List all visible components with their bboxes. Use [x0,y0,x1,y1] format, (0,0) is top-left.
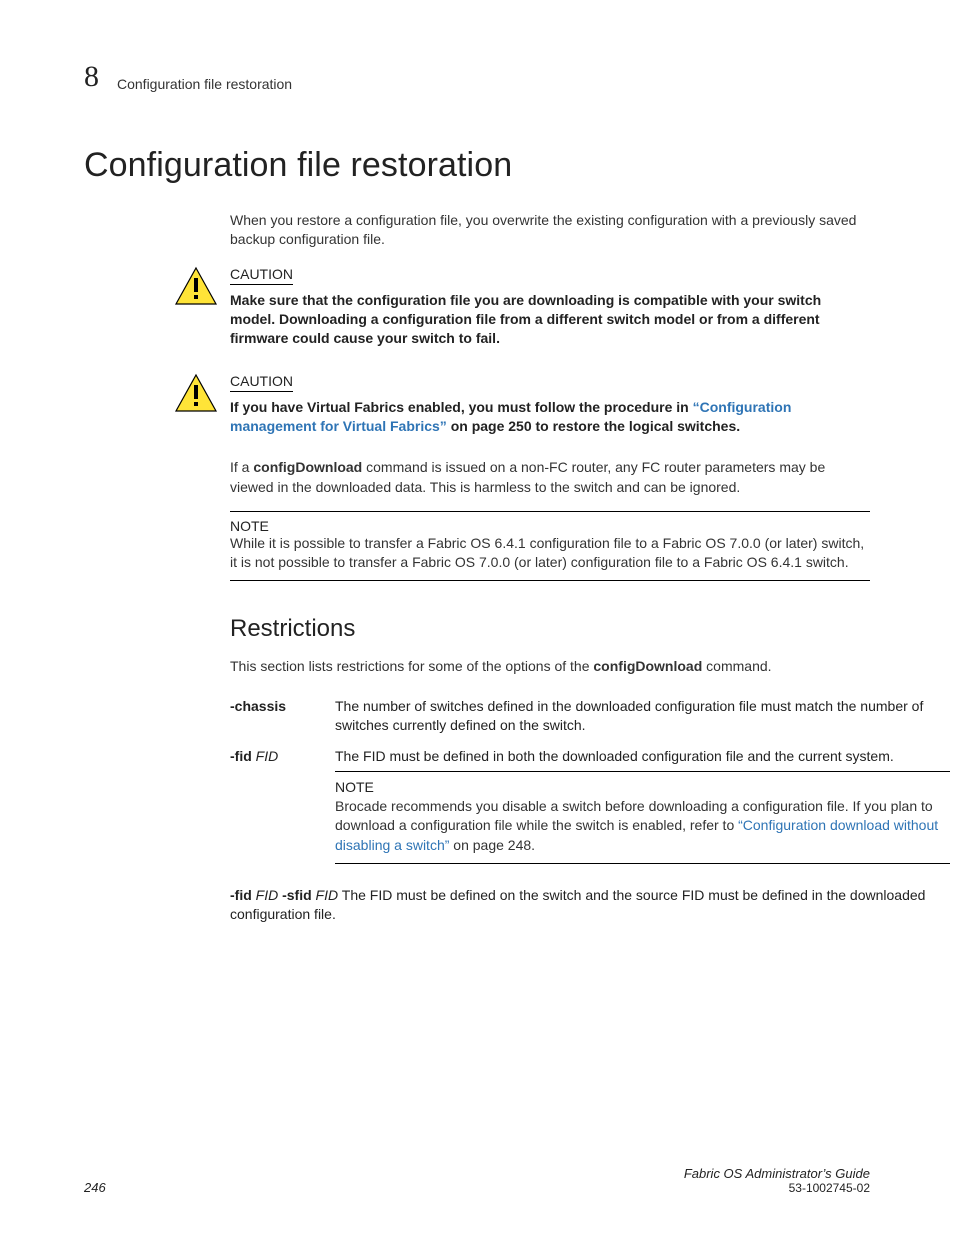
page-title: Configuration file restoration [84,146,870,185]
running-title: Configuration file restoration [117,76,292,94]
note-label: NOTE [230,518,870,534]
caution-text: Make sure that the configuration file yo… [230,291,870,349]
note-text: While it is possible to transfer a Fabri… [230,534,870,573]
section-intro: This section lists restrictions for some… [230,657,870,676]
caution-block: CAUTION If you have Virtual Fabrics enab… [84,373,870,437]
option-term: -fid FID [230,741,335,880]
chapter-number: 8 [84,60,99,94]
caution-text: If you have Virtual Fabrics enabled, you… [230,398,870,437]
option-term: -chassis [230,691,335,742]
option-desc: The number of switches defined in the do… [335,691,950,742]
intro-paragraph: When you restore a configuration file, y… [230,211,870,250]
caution-label: CAUTION [230,373,293,392]
doc-id: 53-1002745-02 [684,1181,870,1195]
option-term-inline: -fid FID -sfid FID The FID must be defin… [230,880,950,931]
caution-pre: If you have Virtual Fabrics enabled, you… [230,399,693,415]
page-footer: 246 Fabric OS Administrator’s Guide 53-1… [84,1166,870,1195]
body-paragraph: If a configDownload command is issued on… [230,458,870,497]
list-item: -fid FID The FID must be defined in both… [230,741,950,880]
note-label: NOTE [335,778,950,797]
running-header: 8 Configuration file restoration [84,60,870,94]
list-item: -fid FID -sfid FID The FID must be defin… [230,880,950,931]
caution-icon [168,266,224,306]
doc-title: Fabric OS Administrator’s Guide [684,1166,870,1181]
option-desc: The FID must be defined in both the down… [335,741,950,880]
caution-block: CAUTION Make sure that the configuration… [84,266,870,349]
command-name: configDownload [593,658,702,674]
note-text: Brocade recommends you disable a switch … [335,797,950,855]
note-block: NOTE While it is possible to transfer a … [230,511,870,582]
note-block: NOTE Brocade recommends you disable a sw… [335,771,950,864]
page-number: 246 [84,1180,106,1195]
section-heading: Restrictions [230,615,870,643]
page: 8 Configuration file restoration Configu… [0,0,954,1235]
list-item: -chassis The number of switches defined … [230,691,950,742]
caution-post: on page 250 to restore the logical switc… [447,418,740,434]
caution-icon [168,373,224,413]
definition-list: -chassis The number of switches defined … [230,691,950,931]
command-name: configDownload [253,459,362,475]
caution-label: CAUTION [230,266,293,285]
